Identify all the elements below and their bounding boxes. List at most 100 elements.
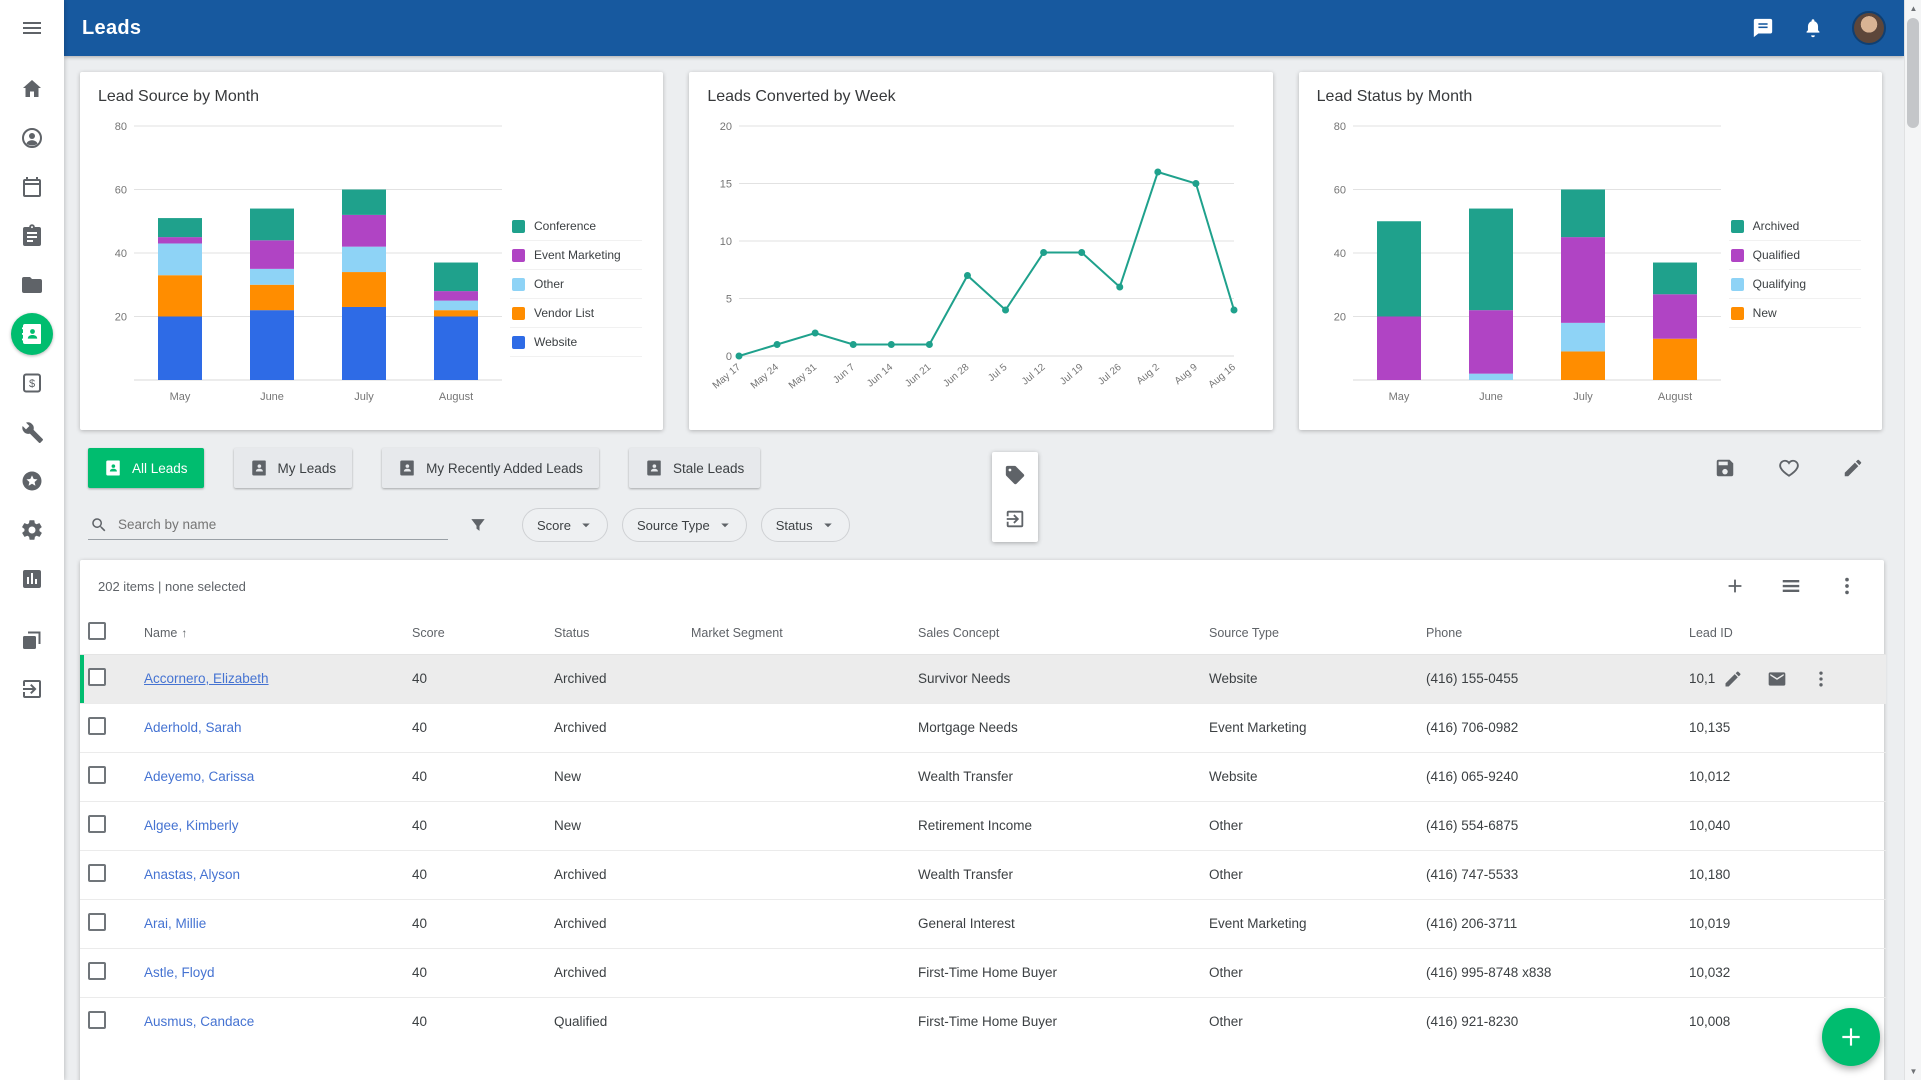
table-more-button[interactable] (1836, 575, 1858, 597)
legend-label: Conference (534, 219, 596, 233)
legend-label: Event Marketing (534, 248, 621, 262)
scroll-up-button[interactable]: ▲ (1905, 0, 1921, 17)
envelope-icon (1767, 669, 1787, 689)
sidebar-item-home[interactable] (20, 77, 44, 101)
table-row[interactable]: Aderhold, Sarah 40 Archived Mortgage Nee… (80, 703, 1886, 752)
table-row[interactable]: Ausmus, Candace 40 Qualified First-Time … (80, 997, 1886, 1046)
column-header-lead-id[interactable]: Lead ID (1681, 612, 1886, 654)
row-checkbox[interactable] (88, 864, 106, 882)
sidebar-item-calendar[interactable] (20, 175, 44, 199)
scroll-down-button[interactable]: ▼ (1905, 1063, 1921, 1080)
row-checkbox[interactable] (88, 913, 106, 931)
svg-text:60: 60 (1333, 185, 1345, 197)
exit-icon (20, 677, 44, 701)
table-row[interactable]: Astle, Floyd 40 Archived First-Time Home… (80, 948, 1886, 997)
view-recently-added-button[interactable]: My Recently Added Leads (382, 448, 599, 488)
row-checkbox[interactable] (88, 717, 106, 735)
row-checkbox[interactable] (88, 1011, 106, 1029)
billing-icon: $ (20, 371, 44, 395)
add-lead-button[interactable] (1724, 575, 1746, 597)
view-all-leads-button[interactable]: All Leads (88, 448, 204, 488)
lead-market-segment (683, 703, 910, 752)
table-row[interactable]: Anastas, Alyson 40 Archived Wealth Trans… (80, 850, 1886, 899)
table-row[interactable]: Adeyemo, Carissa 40 New Wealth Transfer … (80, 752, 1886, 801)
favorite-view-button[interactable] (1778, 457, 1800, 479)
svg-text:60: 60 (115, 185, 127, 197)
svg-text:15: 15 (720, 179, 732, 191)
menu-button[interactable] (20, 16, 44, 40)
sidebar-item-reports[interactable] (20, 567, 44, 591)
sidebar-item-documents[interactable] (20, 273, 44, 297)
status-filter-chip[interactable]: Status (761, 508, 850, 542)
svg-text:Jul 12: Jul 12 (1020, 362, 1048, 388)
sidebar-item-tasks[interactable] (20, 224, 44, 248)
svg-text:August: August (439, 391, 473, 403)
lead-name-link[interactable]: Adeyemo, Carissa (144, 769, 254, 784)
table-row[interactable]: Accornero, Elizabeth 40 Archived Survivo… (80, 654, 1886, 703)
leads-contacts-icon (250, 459, 268, 477)
lead-score: 40 (404, 850, 546, 899)
column-header-phone[interactable]: Phone (1418, 612, 1681, 654)
menu-icon (20, 16, 44, 40)
import-leads-button[interactable] (1004, 508, 1026, 530)
sidebar-item-tools[interactable] (20, 420, 44, 444)
row-checkbox[interactable] (88, 668, 106, 686)
column-header-market-segment[interactable]: Market Segment (683, 612, 910, 654)
column-header-name[interactable]: Name↑ (136, 612, 404, 654)
view-stale-leads-button[interactable]: Stale Leads (629, 448, 760, 488)
table-row[interactable]: Arai, Millie 40 Archived General Interes… (80, 899, 1886, 948)
edit-view-button[interactable] (1842, 457, 1864, 479)
lead-name-link[interactable]: Algee, Kimberly (144, 818, 239, 833)
svg-text:20: 20 (115, 312, 127, 324)
source-type-filter-chip[interactable]: Source Type (622, 508, 747, 542)
sidebar-item-billing[interactable]: $ (20, 371, 44, 395)
user-menu-button[interactable] (1852, 11, 1886, 45)
lead-name-link[interactable]: Ausmus, Candace (144, 1014, 254, 1029)
sidebar-item-settings[interactable] (20, 518, 44, 542)
sidebar-item-tags[interactable] (20, 628, 44, 652)
lead-views-toolbar: All Leads My Leads My Recently Added Lea… (64, 430, 1904, 488)
sidebar-item-exit[interactable] (20, 677, 44, 701)
edit-lead-button[interactable] (1723, 669, 1743, 689)
column-header-sales-concept[interactable]: Sales Concept (910, 612, 1201, 654)
table-row[interactable]: Algee, Kimberly 40 New Retirement Income… (80, 801, 1886, 850)
sidebar-item-leads[interactable] (11, 313, 53, 355)
lead-name-link[interactable]: Accornero, Elizabeth (144, 671, 269, 686)
tag-leads-button[interactable] (1004, 464, 1026, 486)
lead-name-link[interactable]: Anastas, Alyson (144, 867, 240, 882)
row-checkbox[interactable] (88, 766, 106, 784)
lead-source-type: Event Marketing (1201, 703, 1418, 752)
lead-name-link[interactable]: Arai, Millie (144, 916, 206, 931)
svg-text:5: 5 (726, 294, 732, 306)
lead-name-link[interactable]: Aderhold, Sarah (144, 720, 242, 735)
scrollbar-thumb[interactable] (1907, 18, 1919, 128)
legend-item: Vendor List (510, 299, 642, 328)
save-view-button[interactable] (1714, 457, 1736, 479)
table-header-row: Name↑ Score Status Market Segment Sales … (80, 612, 1886, 654)
row-checkbox[interactable] (88, 815, 106, 833)
column-view-button[interactable] (1780, 575, 1802, 597)
leads-converted-chart: 05101520May 17May 24May 31Jun 7Jun 14Jun… (707, 112, 1252, 412)
sidebar-item-contacts[interactable] (20, 126, 44, 150)
notifications-button[interactable] (1802, 17, 1824, 39)
column-header-status[interactable]: Status (546, 612, 683, 654)
view-my-leads-button[interactable]: My Leads (234, 448, 353, 488)
chip-label: Source Type (637, 518, 710, 533)
row-checkbox[interactable] (88, 962, 106, 980)
sidebar-item-featured[interactable] (20, 469, 44, 493)
email-lead-button[interactable] (1767, 669, 1787, 689)
chat-button[interactable] (1752, 17, 1774, 39)
filter-button[interactable] (468, 515, 488, 535)
row-more-button[interactable] (1811, 669, 1831, 689)
more-vertical-icon (1836, 575, 1858, 597)
select-all-checkbox[interactable] (88, 622, 106, 640)
score-filter-chip[interactable]: Score (522, 508, 608, 542)
lead-name-link[interactable]: Astle, Floyd (144, 965, 215, 980)
column-header-score[interactable]: Score (404, 612, 546, 654)
search-input[interactable] (116, 516, 446, 533)
add-lead-fab[interactable] (1822, 1008, 1880, 1066)
lead-sales-concept: General Interest (910, 899, 1201, 948)
tags-icon (20, 628, 44, 652)
app-root: $ Leads (0, 0, 1921, 1080)
column-header-source-type[interactable]: Source Type (1201, 612, 1418, 654)
